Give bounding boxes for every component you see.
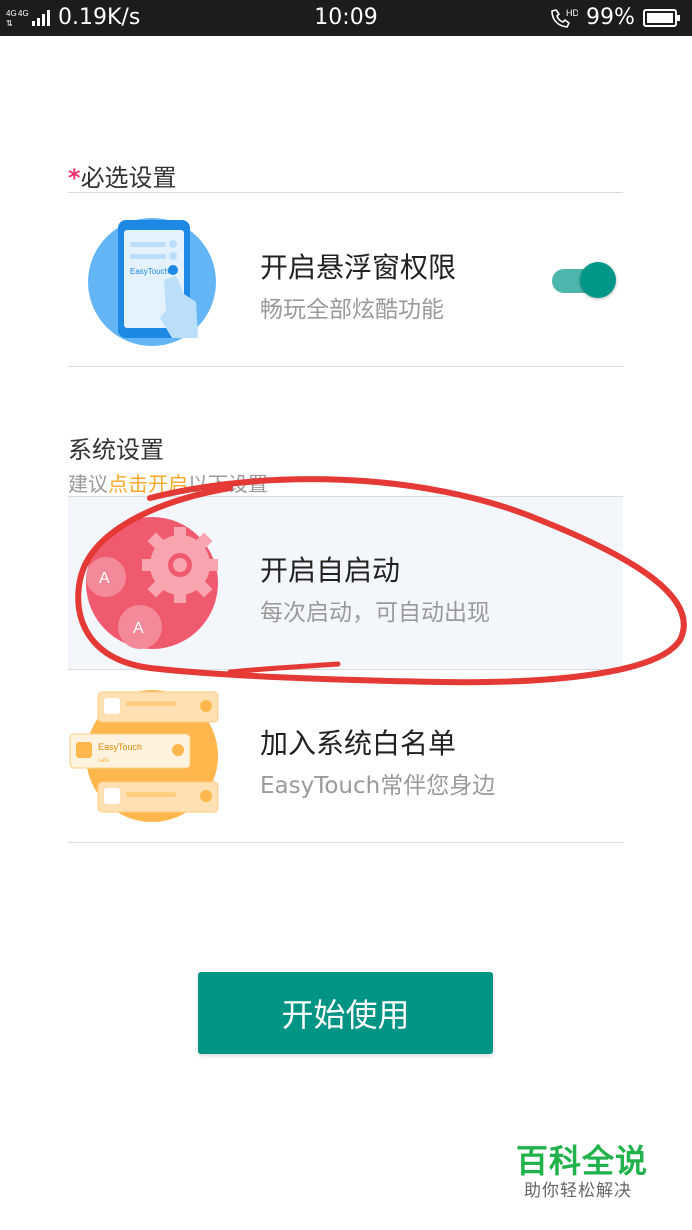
divider	[68, 366, 623, 367]
hd-call-icon: HD	[551, 8, 578, 28]
hint-suffix: 以下设置	[188, 472, 268, 496]
icon-letter: A	[133, 620, 144, 637]
row-title: 开启自启动	[260, 554, 401, 587]
divider	[68, 192, 623, 193]
floating-window-toggle[interactable]	[552, 262, 616, 300]
toggle-thumb	[580, 262, 616, 298]
hint-highlight: 点击开启	[108, 472, 188, 496]
svg-text:HD: HD	[566, 8, 578, 18]
icon-letter: A	[99, 570, 110, 587]
icon-app-label: EasyTouch	[130, 267, 169, 276]
card-sublabel: safe	[98, 758, 110, 764]
whitelist-cards-icon: EasyTouch safe	[69, 690, 219, 822]
divider	[68, 842, 623, 843]
required-section-title: *必选设置	[68, 158, 177, 193]
row-subtitle: 每次启动，可自动出现	[260, 600, 490, 626]
floating-window-permission-row[interactable]: EasyTouch 开启悬浮窗权限 畅玩全部炫酷功能	[68, 196, 623, 366]
phone-floating-window-icon: EasyTouch	[88, 218, 216, 346]
system-section-hint: 建议点击开启以下设置	[68, 468, 268, 497]
row-subtitle: EasyTouch常伴您身边	[260, 773, 496, 799]
battery-percent: 99%	[586, 5, 635, 30]
row-subtitle: 畅玩全部炫酷功能	[260, 297, 444, 323]
card-label: EasyTouch	[98, 742, 142, 752]
required-star: *	[68, 164, 81, 192]
row-title: 开启悬浮窗权限	[260, 251, 457, 284]
whitelist-row[interactable]: EasyTouch safe 加入系统白名单 EasyTouch常伴您身边	[68, 670, 623, 842]
row-title: 加入系统白名单	[260, 727, 457, 760]
gears-icon: A A	[86, 517, 218, 649]
watermark-tagline: 助你轻松解决	[524, 1181, 632, 1201]
hint-prefix: 建议	[68, 472, 108, 496]
required-section-label: 必选设置	[80, 164, 177, 192]
auto-start-row[interactable]: A A 开启自启动 每次启动，可自动出现	[68, 497, 623, 669]
start-button[interactable]: 开始使用	[198, 972, 493, 1054]
battery-icon	[643, 9, 680, 27]
status-bar: 4G 4G ⇅ 0.19K/s 10:09 HD 99%	[0, 0, 692, 36]
system-section-title: 系统设置	[68, 436, 164, 464]
